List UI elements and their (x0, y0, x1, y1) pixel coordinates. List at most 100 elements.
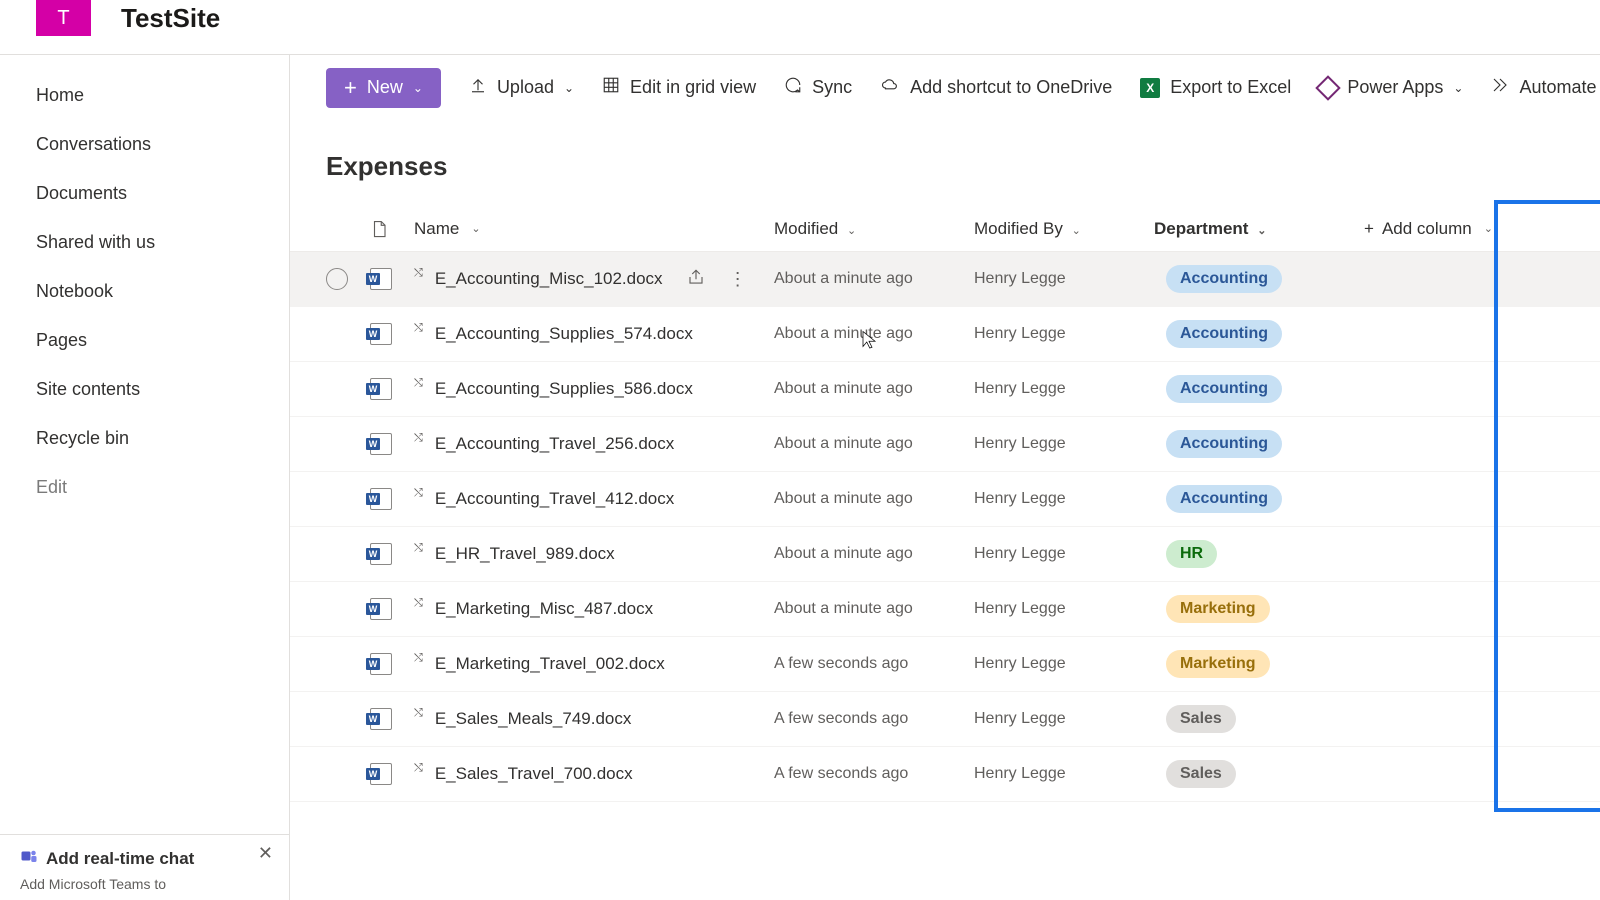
department-pill[interactable]: Accounting (1166, 265, 1282, 293)
table-row[interactable]: W ⤭ E_Marketing_Travel_002.docx A few se… (290, 637, 1600, 692)
modified-header-label: Modified (774, 219, 838, 238)
department-pill[interactable]: Accounting (1166, 430, 1282, 458)
power-apps-button[interactable]: Power Apps ⌄ (1319, 77, 1463, 98)
new-indicator-icon: ⤭ (414, 377, 423, 390)
share-icon[interactable] (687, 268, 705, 291)
name-header-label: Name (414, 219, 459, 239)
plus-icon: + (344, 75, 357, 101)
file-name[interactable]: E_Sales_Travel_700.docx (435, 764, 633, 784)
onedrive-shortcut-button[interactable]: Add shortcut to OneDrive (880, 76, 1112, 99)
upload-label: Upload (497, 77, 554, 98)
sync-button[interactable]: Sync (784, 76, 852, 99)
add-column-label: Add column (1382, 219, 1472, 239)
automate-button[interactable]: Automate (1491, 76, 1596, 99)
word-doc-icon: W (370, 488, 392, 510)
modified-by-header-label: Modified By (974, 219, 1063, 238)
department-pill[interactable]: Marketing (1166, 650, 1270, 678)
site-logo[interactable]: T (36, 0, 91, 36)
excel-label: Export to Excel (1170, 77, 1291, 98)
chevron-down-icon: ⌄ (471, 222, 480, 235)
select-circle[interactable] (326, 268, 348, 290)
file-name[interactable]: E_Marketing_Travel_002.docx (435, 654, 665, 674)
modified-by-text: Henry Legge (974, 270, 1066, 288)
powerapps-label: Power Apps (1347, 77, 1443, 98)
file-name[interactable]: E_Sales_Meals_749.docx (435, 709, 632, 729)
sidebar-item-shared[interactable]: Shared with us (0, 218, 289, 267)
close-icon[interactable]: ✕ (258, 843, 273, 864)
modified-text: About a minute ago (774, 270, 913, 288)
table-row[interactable]: W ⤭ E_Accounting_Supplies_586.docx About… (290, 362, 1600, 417)
main-content: + New ⌄ Upload ⌄ Edit in grid view (290, 55, 1600, 900)
department-column-header[interactable]: Department ⌄ (1154, 219, 1324, 239)
sidebar-item-site-contents[interactable]: Site contents (0, 365, 289, 414)
sidebar-item-notebook[interactable]: Notebook (0, 267, 289, 316)
automate-icon (1491, 76, 1509, 99)
table-row[interactable]: W ⤭ E_Sales_Travel_700.docx A few second… (290, 747, 1600, 802)
table-row[interactable]: W ⤭ E_Sales_Meals_749.docx A few seconds… (290, 692, 1600, 747)
sidebar-item-home[interactable]: Home (0, 71, 289, 120)
teams-icon (20, 847, 38, 870)
modified-by-text: Henry Legge (974, 655, 1066, 673)
site-header: T TestSite (0, 0, 1600, 36)
department-pill[interactable]: Sales (1166, 705, 1236, 733)
new-indicator-icon: ⤭ (414, 267, 423, 280)
add-column-button[interactable]: + Add column ⌄ (1364, 219, 1544, 239)
sidebar-item-pages[interactable]: Pages (0, 316, 289, 365)
table-row[interactable]: W ⤭ E_Accounting_Misc_102.docx ⋮ About a… (290, 252, 1600, 307)
sidebar-item-edit[interactable]: Edit (0, 463, 289, 512)
upload-button[interactable]: Upload ⌄ (469, 76, 574, 99)
sidebar-item-conversations[interactable]: Conversations (0, 120, 289, 169)
modified-by-text: Henry Legge (974, 545, 1066, 563)
table-row[interactable]: W ⤭ E_HR_Travel_989.docx About a minute … (290, 527, 1600, 582)
upload-icon (469, 76, 487, 99)
modified-text: A few seconds ago (774, 710, 908, 728)
department-pill[interactable]: Accounting (1166, 485, 1282, 513)
table-row[interactable]: W ⤭ E_Marketing_Misc_487.docx About a mi… (290, 582, 1600, 637)
modified-column-header[interactable]: Modified ⌄ (774, 219, 974, 239)
teams-promo: ✕ Add real-time chat Add Microsoft Teams… (0, 834, 289, 900)
file-name[interactable]: E_Accounting_Misc_102.docx (435, 269, 663, 289)
table-row[interactable]: W ⤭ E_Accounting_Supplies_574.docx About… (290, 307, 1600, 362)
new-indicator-icon: ⤭ (414, 652, 423, 665)
file-name[interactable]: E_Marketing_Misc_487.docx (435, 599, 653, 619)
edit-grid-button[interactable]: Edit in grid view (602, 76, 756, 99)
site-title[interactable]: TestSite (121, 3, 220, 34)
chevron-down-icon: ⌄ (1453, 81, 1463, 95)
file-name[interactable]: E_Accounting_Travel_256.docx (435, 434, 674, 454)
chevron-down-icon: ⌄ (564, 81, 574, 95)
new-button-label: New (367, 77, 403, 98)
department-pill[interactable]: Marketing (1166, 595, 1270, 623)
file-name[interactable]: E_Accounting_Travel_412.docx (435, 489, 674, 509)
table-row[interactable]: W ⤭ E_Accounting_Travel_256.docx About a… (290, 417, 1600, 472)
modified-text: About a minute ago (774, 600, 913, 618)
file-name[interactable]: E_Accounting_Supplies_586.docx (435, 379, 693, 399)
name-column-header[interactable]: Name ⌄ (414, 219, 774, 239)
word-doc-icon: W (370, 763, 392, 785)
file-type-column[interactable] (370, 218, 414, 240)
export-excel-button[interactable]: X Export to Excel (1140, 77, 1291, 98)
word-doc-icon: W (370, 543, 392, 565)
file-name[interactable]: E_Accounting_Supplies_574.docx (435, 324, 693, 344)
onedrive-icon (880, 76, 900, 99)
modified-by-column-header[interactable]: Modified By ⌄ (974, 219, 1154, 239)
sync-label: Sync (812, 77, 852, 98)
plus-icon: + (1364, 219, 1374, 239)
modified-by-text: Henry Legge (974, 710, 1066, 728)
department-pill[interactable]: Sales (1166, 760, 1236, 788)
modified-by-text: Henry Legge (974, 765, 1066, 783)
promo-title-text: Add real-time chat (46, 849, 194, 869)
chevron-down-icon: ⌄ (1072, 225, 1081, 237)
department-pill[interactable]: Accounting (1166, 375, 1282, 403)
modified-text: About a minute ago (774, 380, 913, 398)
word-doc-icon: W (370, 433, 392, 455)
sidebar-item-recycle-bin[interactable]: Recycle bin (0, 414, 289, 463)
department-pill[interactable]: HR (1166, 540, 1217, 568)
new-button[interactable]: + New ⌄ (326, 68, 441, 108)
file-name[interactable]: E_HR_Travel_989.docx (435, 544, 615, 564)
sidebar-item-documents[interactable]: Documents (0, 169, 289, 218)
table-row[interactable]: W ⤭ E_Accounting_Travel_412.docx About a… (290, 472, 1600, 527)
chevron-down-icon: ⌄ (1257, 225, 1266, 237)
department-pill[interactable]: Accounting (1166, 320, 1282, 348)
new-indicator-icon: ⤭ (414, 542, 423, 555)
more-icon[interactable]: ⋮ (729, 269, 747, 290)
